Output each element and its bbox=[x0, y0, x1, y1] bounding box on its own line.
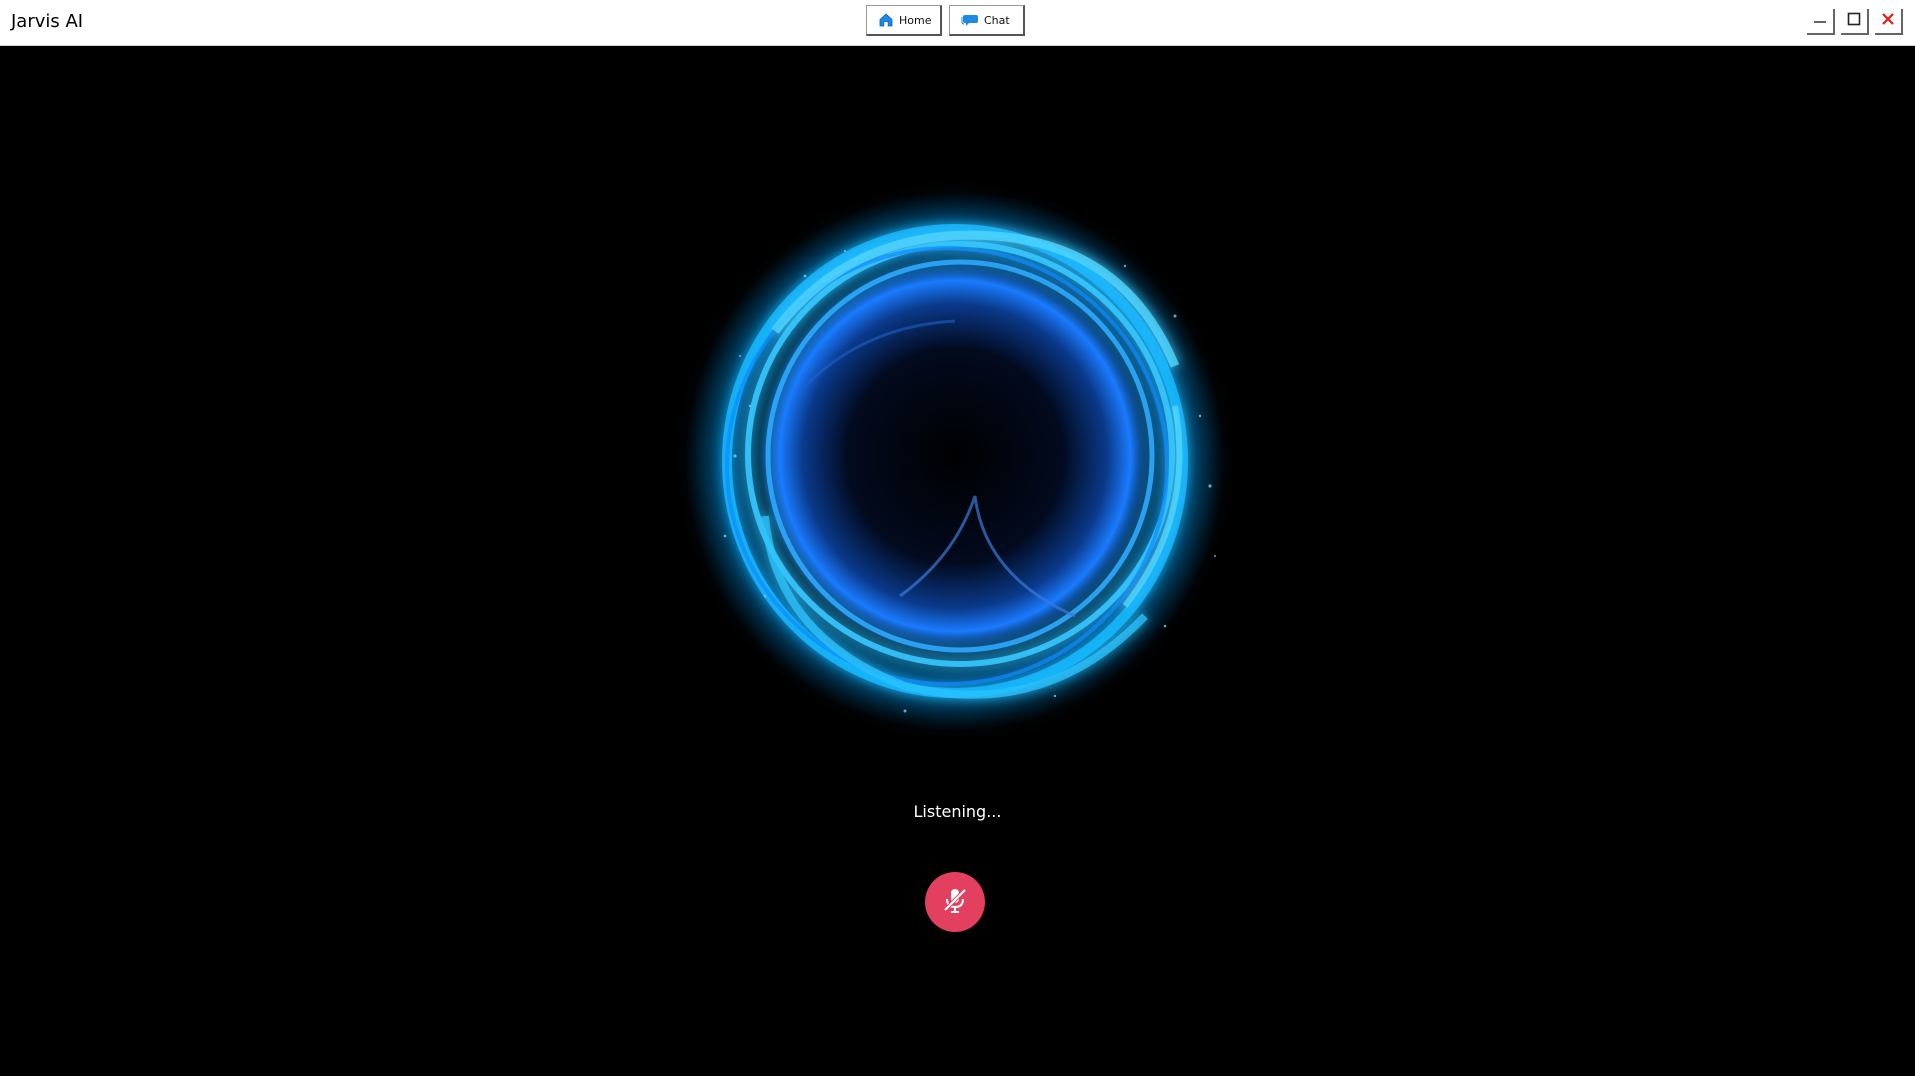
status-text: Listening... bbox=[913, 802, 1002, 821]
chat-icon bbox=[961, 12, 979, 28]
voice-orb-animation bbox=[655, 156, 1255, 756]
close-icon bbox=[1880, 11, 1896, 31]
maximize-icon bbox=[1846, 11, 1862, 31]
home-icon bbox=[878, 12, 894, 28]
home-button[interactable]: Home bbox=[866, 5, 942, 36]
title-bar: Jarvis AI Home Chat bbox=[0, 0, 1915, 46]
minimize-button[interactable] bbox=[1807, 9, 1835, 35]
close-button[interactable] bbox=[1875, 9, 1903, 35]
nav-bar: Home Chat bbox=[866, 5, 1025, 36]
mic-off-icon bbox=[940, 885, 970, 919]
chat-button-label: Chat bbox=[984, 13, 1010, 27]
mic-toggle-button[interactable] bbox=[925, 872, 985, 932]
home-button-label: Home bbox=[899, 13, 932, 27]
minimize-icon bbox=[1812, 11, 1828, 31]
chat-button[interactable]: Chat bbox=[949, 5, 1025, 36]
maximize-button[interactable] bbox=[1841, 9, 1869, 35]
main-stage: Listening... bbox=[0, 46, 1915, 1076]
app-title: Jarvis AI bbox=[11, 11, 84, 32]
window-controls bbox=[1807, 9, 1903, 35]
